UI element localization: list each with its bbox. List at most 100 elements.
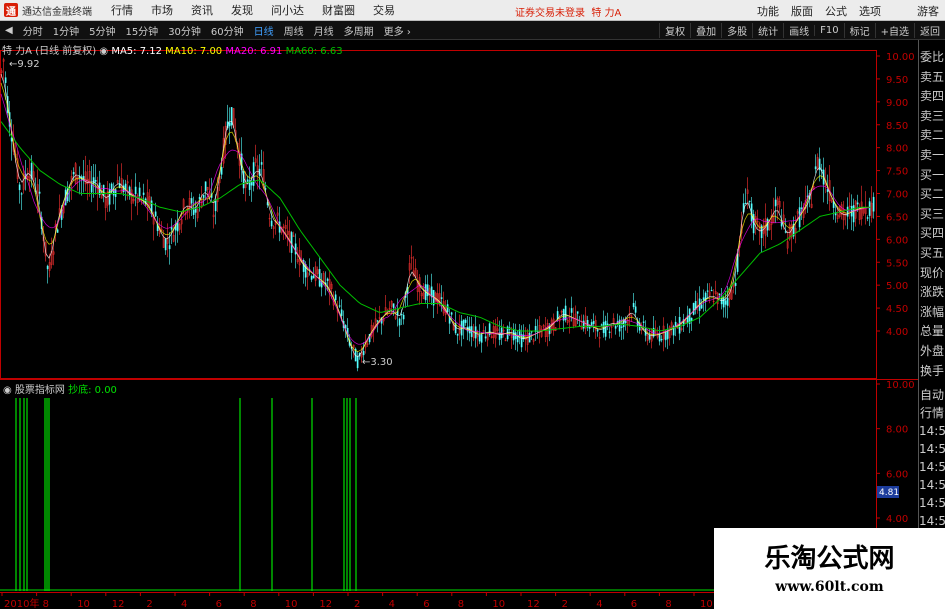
period-30min[interactable]: 30分钟 bbox=[166, 23, 203, 38]
menu-options[interactable]: 选项 bbox=[859, 3, 881, 19]
x-tick-label: 8 bbox=[665, 599, 671, 609]
side2-item[interactable]: 自动 bbox=[919, 386, 945, 404]
period-5min[interactable]: 5分钟 bbox=[87, 23, 117, 38]
indicator-value: 抄底: 0.00 bbox=[68, 385, 117, 396]
high-price-label: ←9.92 bbox=[9, 59, 40, 70]
mark-button[interactable]: 标记 bbox=[843, 23, 875, 38]
menu-market[interactable]: 市场 bbox=[151, 2, 173, 18]
candle-body bbox=[748, 200, 751, 203]
draw-button[interactable]: 画线 bbox=[783, 23, 814, 38]
y-tick-label: 9.00 bbox=[886, 98, 908, 109]
menu-wealth[interactable]: 财富圈 bbox=[322, 2, 355, 18]
menu-formula[interactable]: 公式 bbox=[825, 3, 847, 19]
side-item[interactable]: 买二 bbox=[919, 185, 945, 205]
side-item[interactable]: 卖三 bbox=[919, 107, 945, 127]
candle-body bbox=[450, 312, 453, 315]
side-item[interactable]: 买一 bbox=[919, 166, 945, 186]
multi-stock-button[interactable]: 多股 bbox=[721, 23, 752, 38]
period-1min[interactable]: 1分钟 bbox=[51, 23, 81, 38]
adjust-button[interactable]: 复权 bbox=[659, 23, 690, 38]
menu-discover[interactable]: 发现 bbox=[231, 2, 253, 18]
candle-body bbox=[356, 356, 359, 369]
ind-tick-label: 10.00 bbox=[886, 380, 915, 391]
candle-body bbox=[718, 293, 721, 295]
period-toolbar: ◀ 分时 1分钟 5分钟 15分钟 30分钟 60分钟 日线 周线 月线 多周期… bbox=[0, 21, 945, 40]
back-icon[interactable]: ◀ bbox=[3, 25, 15, 36]
side-item[interactable]: 买四 bbox=[919, 224, 945, 244]
x-tick-label: 12 bbox=[112, 599, 125, 609]
ma5-label: MA5: 7.12 bbox=[111, 46, 162, 57]
side-item[interactable]: 换手 bbox=[919, 362, 945, 382]
ma60-label: MA60: 6.63 bbox=[285, 46, 343, 57]
side-item[interactable]: 卖一 bbox=[919, 146, 945, 166]
side-item[interactable]: 卖五 bbox=[919, 68, 945, 88]
x-tick-label: 4 bbox=[389, 599, 395, 609]
ma10-label: MA10: 7.00 bbox=[165, 46, 223, 57]
candle-body bbox=[142, 192, 145, 195]
y-tick-label: 7.00 bbox=[886, 190, 908, 201]
y-tick-label: 10.00 bbox=[886, 52, 915, 63]
x-tick-label: 2010年 bbox=[4, 597, 39, 609]
side2-item[interactable]: 行情 bbox=[919, 404, 945, 422]
period-timeshare[interactable]: 分时 bbox=[21, 23, 45, 38]
period-more[interactable]: 更多 › bbox=[382, 23, 413, 38]
f10-button[interactable]: F10 bbox=[814, 25, 843, 36]
candle-body bbox=[814, 166, 817, 170]
candle-body bbox=[484, 336, 487, 339]
menu-news[interactable]: 资讯 bbox=[191, 2, 213, 18]
candle-body bbox=[784, 231, 787, 233]
side-item[interactable]: 外盘 bbox=[919, 342, 945, 362]
menu-ask[interactable]: 问小达 bbox=[271, 2, 304, 18]
x-tick-label: 10 bbox=[285, 599, 298, 609]
period-60min[interactable]: 60分钟 bbox=[209, 23, 246, 38]
candle-body bbox=[634, 306, 637, 313]
login-status[interactable]: 证券交易未登录 特 力A bbox=[515, 4, 621, 19]
menu-quotes[interactable]: 行情 bbox=[111, 2, 133, 18]
candle-body bbox=[270, 220, 273, 227]
side2-item: 14:56 bbox=[919, 442, 945, 456]
candle-body bbox=[110, 183, 113, 192]
side-item[interactable]: 买三 bbox=[919, 205, 945, 225]
side-item[interactable]: 委比 bbox=[919, 48, 945, 68]
stock-name: 特 力A bbox=[2, 46, 33, 57]
candle-body bbox=[722, 297, 725, 308]
period-monthly[interactable]: 月线 bbox=[312, 23, 336, 38]
candle-body bbox=[608, 331, 611, 333]
side-item[interactable]: 卖二 bbox=[919, 126, 945, 146]
side-item[interactable]: 买五 bbox=[919, 244, 945, 264]
period-15min[interactable]: 15分钟 bbox=[123, 23, 160, 38]
settings-icon[interactable]: ◉ bbox=[99, 46, 108, 57]
period-daily[interactable]: 日线 bbox=[252, 23, 276, 38]
guest-label[interactable]: 游客 bbox=[917, 3, 939, 19]
stats-button[interactable]: 统计 bbox=[752, 23, 783, 38]
side2-item: 14:56 bbox=[919, 478, 945, 492]
candle-body bbox=[228, 122, 231, 127]
side-item[interactable]: 现价 bbox=[919, 264, 945, 284]
candle-body bbox=[826, 189, 829, 192]
add-watchlist-button[interactable]: +自选 bbox=[874, 23, 914, 38]
candle-body bbox=[56, 229, 59, 233]
candle-body bbox=[774, 199, 777, 207]
return-button[interactable]: 返回 bbox=[914, 23, 945, 38]
side-item[interactable]: 总量 bbox=[919, 322, 945, 342]
side-item[interactable]: 卖四 bbox=[919, 87, 945, 107]
candle-body bbox=[624, 320, 627, 324]
menu-function[interactable]: 功能 bbox=[757, 3, 779, 19]
settings-icon[interactable]: ◉ bbox=[3, 385, 12, 396]
menu-trade[interactable]: 交易 bbox=[373, 2, 395, 18]
low-price-value: 3.30 bbox=[370, 357, 393, 368]
overlay-button[interactable]: 叠加 bbox=[690, 23, 721, 38]
candle-body bbox=[596, 329, 599, 332]
kline-chart[interactable]: 10.00 9.50 9.00 8.50 8.00 7.50 7.00 6.50 6.00 5.5… bbox=[0, 40, 945, 609]
period-weekly[interactable]: 周线 bbox=[282, 23, 306, 38]
candle-body bbox=[318, 269, 321, 287]
menu-layout[interactable]: 版面 bbox=[791, 3, 813, 19]
candle-body bbox=[692, 303, 695, 315]
candle-body bbox=[478, 334, 481, 342]
side-item[interactable]: 涨跌 bbox=[919, 283, 945, 303]
period-multi[interactable]: 多周期 bbox=[342, 23, 376, 38]
side-item[interactable]: 涨幅 bbox=[919, 303, 945, 323]
candle-body bbox=[170, 227, 173, 230]
candle-body bbox=[800, 207, 803, 209]
candle-body bbox=[38, 191, 41, 194]
